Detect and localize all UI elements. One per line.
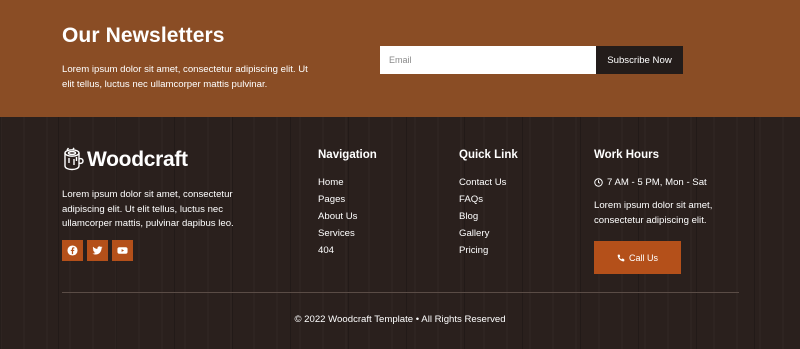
work-hours-title: Work Hours bbox=[594, 149, 659, 161]
log-stump-icon bbox=[64, 147, 84, 171]
newsletter-section: Our Newsletters Lorem ipsum dolor sit am… bbox=[0, 0, 800, 117]
nav-link-home[interactable]: Home bbox=[318, 177, 357, 194]
quick-link-title: Quick Link bbox=[459, 149, 518, 161]
newsletter-description: Lorem ipsum dolor sit amet, consectetur … bbox=[62, 64, 308, 90]
site-footer: Woodcraft Lorem ipsum dolor sit amet, co… bbox=[0, 117, 800, 349]
call-us-label: Call Us bbox=[628, 252, 658, 263]
brand-logo[interactable]: Woodcraft bbox=[62, 146, 188, 174]
navigation-title: Navigation bbox=[318, 149, 377, 161]
subscribe-button[interactable]: Subscribe Now bbox=[596, 46, 683, 74]
copyright-text: © 2022 Woodcraft Template • All Rights R… bbox=[294, 314, 506, 325]
social-links bbox=[62, 240, 133, 261]
newsletter-title: Our Newsletters bbox=[62, 24, 225, 47]
quick-link-gallery[interactable]: Gallery bbox=[459, 228, 506, 245]
brand-name: Woodcraft bbox=[87, 148, 188, 171]
nav-link-404[interactable]: 404 bbox=[318, 245, 357, 262]
call-us-button[interactable]: Call Us bbox=[594, 241, 681, 274]
phone-icon bbox=[617, 254, 625, 261]
work-hours-description: Lorem ipsum dolor sit amet, consectetur … bbox=[594, 200, 713, 226]
quick-link-contact-us[interactable]: Contact Us bbox=[459, 177, 506, 194]
navigation-list: Home Pages About Us Services 404 bbox=[318, 177, 357, 262]
quick-link-faqs[interactable]: FAQs bbox=[459, 194, 506, 211]
brand-description: Lorem ipsum dolor sit amet, consectetur … bbox=[62, 189, 234, 229]
clock-icon bbox=[594, 178, 603, 187]
quick-link-pricing[interactable]: Pricing bbox=[459, 245, 506, 262]
quick-link-blog[interactable]: Blog bbox=[459, 211, 506, 228]
email-input[interactable] bbox=[380, 46, 596, 74]
nav-link-pages[interactable]: Pages bbox=[318, 194, 357, 211]
facebook-icon bbox=[67, 245, 78, 256]
facebook-link[interactable] bbox=[62, 240, 83, 261]
nav-link-services[interactable]: Services bbox=[318, 228, 357, 245]
twitter-link[interactable] bbox=[87, 240, 108, 261]
youtube-link[interactable] bbox=[112, 240, 133, 261]
youtube-icon bbox=[117, 247, 128, 254]
nav-link-about-us[interactable]: About Us bbox=[318, 211, 357, 228]
quick-link-list: Contact Us FAQs Blog Gallery Pricing bbox=[459, 177, 506, 262]
work-hours-line: 7 AM - 5 PM, Mon - Sat bbox=[594, 177, 707, 188]
footer-divider bbox=[62, 292, 739, 293]
twitter-icon bbox=[92, 246, 103, 255]
work-hours-text: 7 AM - 5 PM, Mon - Sat bbox=[607, 177, 707, 188]
